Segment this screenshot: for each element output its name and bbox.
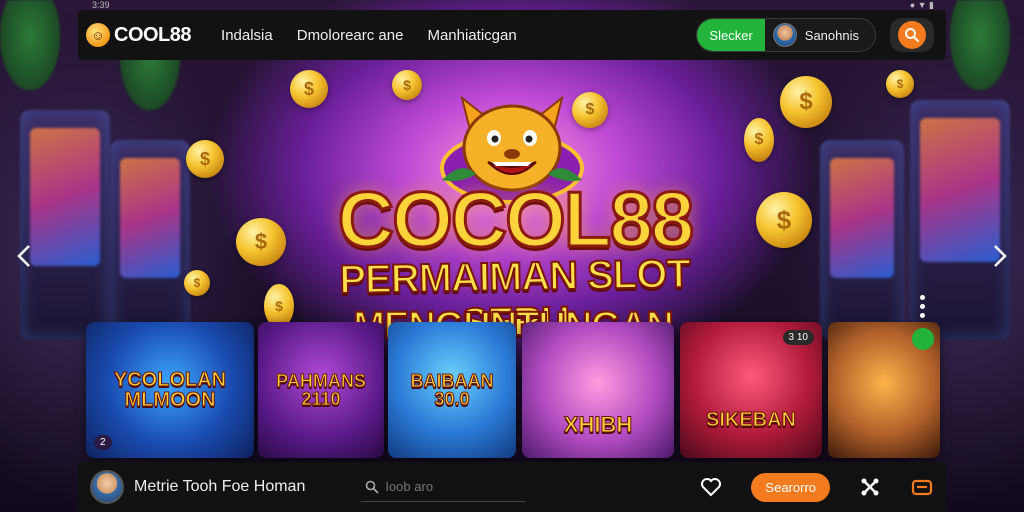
signup-button[interactable]: Slecker: [697, 19, 765, 51]
search-icon: [898, 21, 926, 49]
nav-item-2[interactable]: Dmolorearc ane: [297, 27, 404, 44]
avatar[interactable]: [90, 470, 124, 504]
game-title: YCOLOLAN MLMOON: [113, 369, 227, 411]
avatar: [772, 23, 797, 47]
top-header: ☺ COOL88 Indalsia Dmolorearc ane Manhiat…: [78, 10, 946, 60]
game-card[interactable]: XHIBH: [522, 322, 674, 458]
status-icons: ● ▼ ▮: [909, 0, 934, 10]
search-icon: [366, 480, 379, 493]
grid-icon[interactable]: [858, 475, 882, 499]
coin-decoration: $: [184, 270, 210, 296]
hero-banner: $ $ $ $ $ $ $ $ $ $ $ COCOL88 PERMAIMAN …: [0, 60, 1024, 348]
favorite-icon[interactable]: [699, 475, 723, 499]
bottom-actions: Searorro: [699, 472, 934, 502]
bottom-bar: Metrie Tooh Foe Homan Searorro: [78, 462, 946, 512]
chevron-left-icon: [17, 245, 30, 267]
coin-decoration: $: [744, 118, 774, 162]
status-time: 3:39: [92, 0, 110, 10]
search-button[interactable]: [890, 18, 934, 52]
game-title: PAHMANS 2110: [276, 371, 367, 409]
site-logo[interactable]: ☺ COOL88: [86, 23, 192, 47]
game-title: XHIBH: [563, 412, 633, 437]
logo-text: COOL88: [114, 23, 192, 46]
header-actions: Slecker Sanohnis: [696, 18, 934, 52]
main-nav: Indalsia Dmolorearc ane Manhiaticgan: [221, 27, 517, 44]
game-title: SIKEBAN: [705, 409, 796, 431]
hero-title: COCOL88: [336, 175, 695, 263]
more-options-icon[interactable]: [920, 295, 925, 318]
search-input[interactable]: [385, 479, 516, 494]
nav-item-1[interactable]: Indalsia: [221, 27, 273, 44]
game-carousel: YCOLOLAN MLMOON 2 PAHMANS 2110 BAIBAAN 3…: [86, 322, 942, 460]
bottom-search: [361, 472, 526, 502]
game-badge-icon: [912, 328, 934, 350]
coin-decoration: $: [780, 76, 832, 128]
coin-decoration: $: [886, 70, 914, 98]
carousel-prev-button[interactable]: [12, 236, 36, 276]
account-menu[interactable]: Sanohnis: [765, 23, 875, 47]
game-card[interactable]: [828, 322, 940, 458]
nav-item-3[interactable]: Manhiaticgan: [427, 27, 516, 44]
coin-decoration: $: [290, 70, 328, 108]
mascot-coin-icon: ☺: [86, 23, 110, 47]
game-card[interactable]: SIKEBAN 3 10: [680, 322, 822, 458]
coin-decoration: $: [236, 218, 286, 266]
game-badge: 3 10: [782, 330, 814, 345]
account-pill: Slecker Sanohnis: [696, 18, 876, 52]
game-card[interactable]: PAHMANS 2110: [258, 322, 384, 458]
carousel-next-button[interactable]: [988, 236, 1012, 276]
wallet-icon[interactable]: [910, 475, 934, 499]
game-badge: 2: [94, 435, 112, 450]
game-title: BAIBAAN 30.0: [410, 371, 494, 409]
chevron-right-icon: [994, 245, 1007, 267]
bottom-title: Metrie Tooh Foe Homan: [134, 478, 306, 495]
account-name: Sanohnis: [804, 27, 859, 43]
game-card[interactable]: BAIBAAN 30.0: [388, 322, 516, 458]
coin-decoration: $: [186, 140, 224, 178]
coin-decoration: $: [756, 192, 812, 248]
search-action-button[interactable]: Searorro: [751, 472, 830, 502]
status-bar: 3:39 ● ▼ ▮: [80, 0, 946, 10]
coin-decoration: $: [392, 70, 422, 100]
game-card[interactable]: YCOLOLAN MLMOON 2: [86, 322, 254, 458]
